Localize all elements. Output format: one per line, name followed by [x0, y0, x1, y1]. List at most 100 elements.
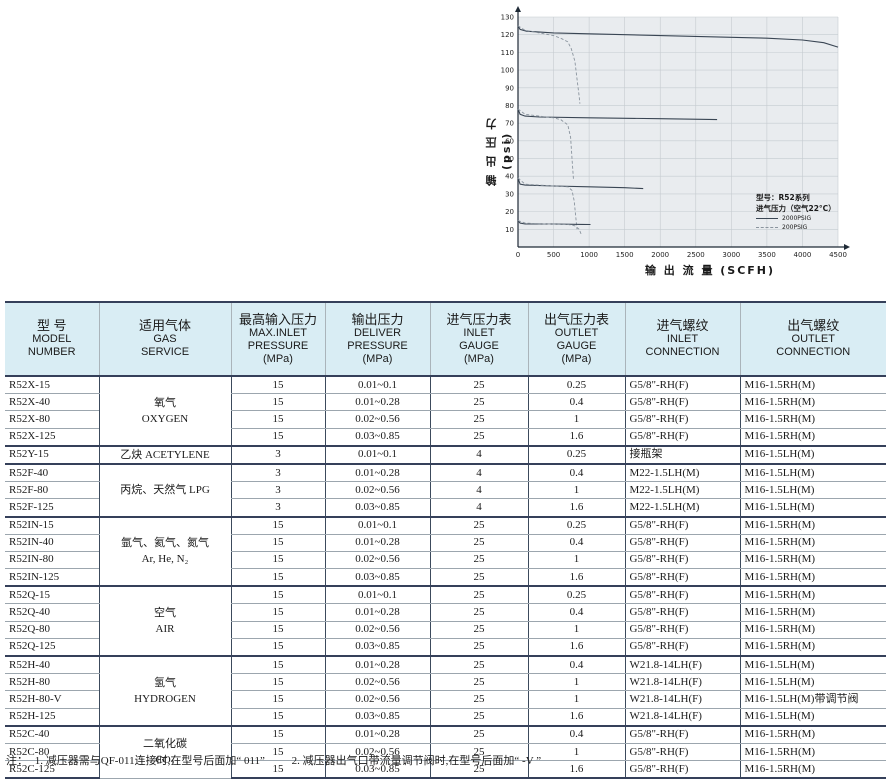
model-cell: R52Q-15 [5, 585, 99, 605]
column-header: 进气压力表 INLET GAUGE (MPa) [429, 302, 528, 376]
max-inlet-cell: 15 [230, 585, 325, 605]
max-inlet-cell: 15 [230, 638, 325, 657]
outlet-conn-cell: M16-1.5LH(M) [739, 655, 886, 675]
inlet-gauge-cell: 25 [429, 603, 528, 622]
x-tick-label: 2000 [651, 251, 669, 259]
column-header-en: INLET [463, 326, 495, 339]
gas-service-cell: 氧气 OXYGEN [98, 376, 231, 447]
table-header-row: 型 号 MODEL NUMBER 适用气体 GAS SERVICE 最高输入压力 MAX.IN… [5, 302, 886, 376]
deliver-cell: 0.02~0.56 [324, 551, 430, 570]
outlet-conn-cell: M16-1.5LH(M)带调节阀 [739, 690, 886, 709]
inlet-conn-cell: M22-1.5LH(M) [624, 462, 740, 483]
column-header-en: CONNECTION [776, 346, 851, 358]
outlet-gauge-cell: 1 [527, 743, 625, 762]
inlet-conn-cell: G5/8"-RH(F) [624, 760, 740, 779]
legend-label-dashed: 200PSIG [782, 224, 808, 231]
outlet-conn-cell: M16-1.5LH(M) [739, 444, 886, 465]
outlet-gauge-cell: 0.4 [527, 655, 625, 675]
inlet-conn-cell: W21.8-14LH(F) [624, 655, 740, 675]
max-inlet-cell: 3 [230, 444, 325, 465]
column-header-zh: 进气螺纹 [656, 318, 709, 333]
model-cell: R52IN-80 [5, 551, 99, 570]
max-inlet-cell: 15 [230, 708, 325, 727]
gas-service-cell: 丙烷、天然气 LPG [98, 462, 231, 517]
column-header-en: MODEL [32, 333, 72, 345]
x-tick-label: 4500 [829, 251, 847, 259]
inlet-gauge-cell: 25 [429, 410, 528, 429]
deliver-cell: 0.03~0.85 [324, 498, 430, 517]
model-cell: R52IN-125 [5, 568, 99, 587]
outlet-gauge-cell: 0.25 [527, 444, 625, 465]
y-tick-label: 100 [501, 67, 514, 75]
gas-name-en: OXYGEN [141, 412, 189, 425]
max-inlet-cell: 15 [230, 393, 325, 412]
inlet-gauge-cell: 25 [429, 551, 528, 570]
inlet-gauge-cell: 25 [429, 673, 528, 692]
max-inlet-cell: 15 [230, 621, 325, 639]
deliver-cell: 0.01~0.28 [324, 393, 430, 412]
table-row: R52IN-15 氩气、氦气、氮气 Ar, He, N₂ 15 0.01~0.1 25 0.… [5, 515, 886, 587]
max-inlet-cell: 15 [230, 534, 325, 552]
inlet-conn-cell: M22-1.5LH(M) [624, 498, 740, 517]
model-cell: R52F-80 [5, 481, 99, 500]
y-tick-label: 120 [501, 31, 514, 39]
inlet-conn-cell: G5/8"-RH(F) [624, 376, 740, 395]
deliver-cell: 0.03~0.85 [324, 708, 430, 727]
model-cell: R52F-125 [5, 498, 99, 517]
model-cell: R52IN-40 [5, 534, 99, 552]
inlet-gauge-cell: 25 [429, 621, 528, 639]
outlet-gauge-cell: 0.4 [527, 724, 625, 744]
column-header-en: PRESSURE [247, 339, 309, 352]
max-inlet-cell: 15 [230, 603, 325, 622]
outlet-conn-cell: M16-1.5RH(M) [739, 724, 886, 744]
column-header-zh: 最高输入压力 [238, 311, 317, 327]
legend-entry-solid: 2000PSIG [756, 214, 856, 223]
table-row: R52Q-15 空气 AIR 15 0.01~0.1 25 0.25 G5/8"-RH(F) M… [5, 585, 886, 657]
model-cell: R52X-80 [5, 410, 99, 429]
inlet-conn-cell: G5/8"-RH(F) [624, 724, 740, 744]
inlet-gauge-cell: 25 [429, 428, 528, 447]
inlet-gauge-cell: 25 [429, 638, 528, 657]
deliver-cell: 0.02~0.56 [324, 621, 430, 639]
footnote-prefix: 注： [6, 755, 28, 767]
gas-name-zh: 氢气 [154, 676, 176, 689]
column-header-en: GAS [153, 333, 177, 345]
deliver-cell: 0.02~0.56 [324, 673, 430, 692]
x-tick-label: 500 [547, 251, 560, 259]
column-header: 进气螺纹 INLET CONNECTION [624, 302, 740, 376]
column-header: 输出压力 DELIVER PRESSURE (MPa) [324, 302, 430, 376]
y-tick-label: 10 [505, 226, 514, 234]
column-header-en: GAUGE [459, 339, 499, 352]
column-header-en: DELIVER [353, 326, 402, 339]
inlet-conn-cell: G5/8"-RH(F) [624, 638, 740, 657]
outlet-gauge-cell: 0.25 [527, 585, 625, 605]
y-axis-arrow [515, 6, 521, 12]
table-row: R52X-15 氧气 OXYGEN 15 0.01~0.1 25 0.25 G5/8"-RH(… [5, 376, 886, 447]
outlet-gauge-cell: 0.4 [527, 393, 625, 412]
outlet-conn-cell: M16-1.5LH(M) [739, 673, 886, 692]
regulator-spec-table: 型 号 MODEL NUMBER 适用气体 GAS SERVICE 最高输入压力 MAX.IN… [5, 301, 886, 779]
outlet-gauge-cell: 1 [527, 410, 625, 429]
y-tick-label: 90 [505, 84, 514, 92]
column-header-en: (MPa) [263, 352, 293, 365]
footnote-2: 2. 减压器出气口带流量调节阀时,在型号后面加“ -V ” [291, 755, 542, 767]
model-cell: R52Q-125 [5, 638, 99, 657]
gas-name-zh: 空气 [154, 607, 176, 620]
column-header-en: (MPa) [362, 352, 393, 365]
x-tick-label: 1500 [616, 251, 634, 259]
column-header: 适用气体 GAS SERVICE [98, 302, 231, 376]
x-tick-label: 2500 [687, 251, 705, 259]
inlet-conn-cell: G5/8"-RH(F) [624, 585, 740, 605]
table-row: R52F-40 丙烷、天然气 LPG 3 0.01~0.28 4 0.4 M22-1.5LH… [5, 462, 886, 517]
y-tick-label: 20 [505, 208, 514, 216]
inlet-gauge-cell: 25 [429, 568, 528, 587]
inlet-gauge-cell: 4 [429, 462, 528, 483]
gas-service-cell: 空气 AIR [98, 585, 231, 657]
inlet-conn-cell: M22-1.5LH(M) [624, 481, 740, 500]
x-tick-label: 4000 [794, 251, 812, 259]
column-header-en: GAUGE [556, 339, 597, 352]
inlet-gauge-cell: 25 [429, 690, 528, 709]
outlet-gauge-cell: 1.6 [527, 638, 625, 657]
column-header-en: SERVICE [140, 346, 190, 358]
model-cell: R52Q-40 [5, 603, 99, 622]
